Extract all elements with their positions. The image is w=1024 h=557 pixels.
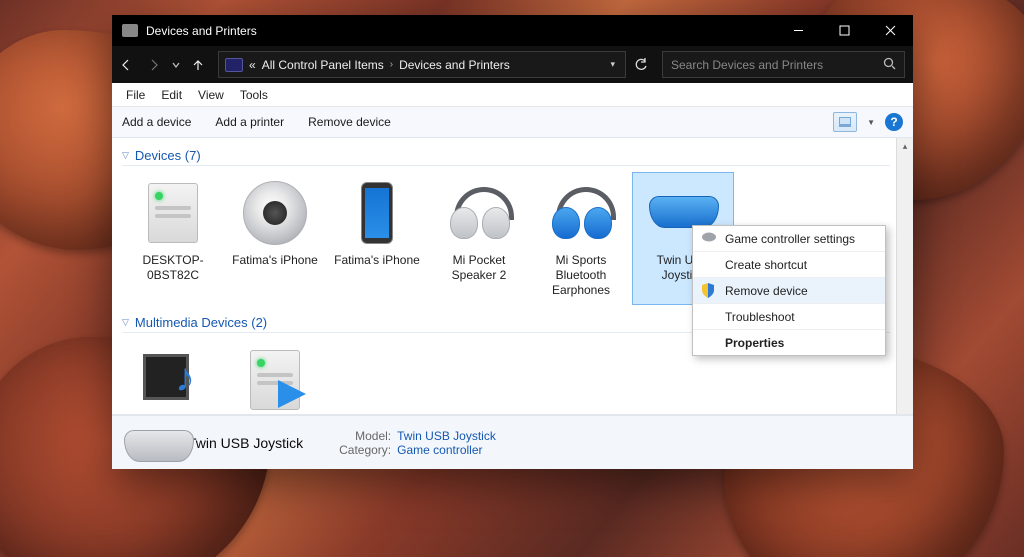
device-label: Mi Pocket Speaker 2: [431, 253, 527, 283]
history-dropdown[interactable]: [168, 46, 184, 83]
menu-tools[interactable]: Tools: [232, 85, 276, 105]
phone-icon: [341, 177, 413, 249]
menu-bar: File Edit View Tools: [112, 83, 913, 107]
search-placeholder: Search Devices and Printers: [671, 58, 823, 72]
device-item[interactable]: ♪: [122, 339, 224, 414]
menu-view[interactable]: View: [190, 85, 232, 105]
details-model-value: Twin USB Joystick: [397, 429, 496, 443]
up-button[interactable]: [184, 46, 212, 83]
details-pane: Twin USB Joystick Model: Twin USB Joysti…: [112, 415, 913, 469]
command-bar: Add a device Add a printer Remove device…: [112, 107, 913, 138]
ctx-properties[interactable]: Properties: [693, 330, 885, 355]
ctx-label: Remove device: [725, 284, 808, 298]
forward-button[interactable]: [140, 46, 168, 83]
device-item[interactable]: Mi Pocket Speaker 2: [428, 172, 530, 305]
context-menu: Game controller settings Create shortcut…: [692, 225, 886, 356]
breadcrumb-separator: ›: [390, 59, 393, 70]
media-device-icon: ♪: [137, 344, 209, 414]
headset-icon: [443, 177, 515, 249]
chevron-down-icon: ▽: [122, 317, 129, 328]
ctx-game-controller-settings[interactable]: Game controller settings: [693, 226, 885, 252]
breadcrumb-item[interactable]: All Control Panel Items: [262, 58, 384, 72]
window-icon: [122, 24, 138, 37]
media-server-icon: [239, 344, 311, 414]
ctx-label: Properties: [725, 336, 784, 350]
chevron-down-icon: ▽: [122, 150, 129, 161]
search-icon[interactable]: [883, 57, 896, 73]
menu-edit[interactable]: Edit: [153, 85, 190, 105]
breadcrumb-item[interactable]: Devices and Printers: [399, 58, 510, 72]
device-label: Mi Sports Bluetooth Earphones: [533, 253, 629, 298]
scroll-up-icon[interactable]: ▴: [897, 138, 913, 154]
help-button[interactable]: ?: [885, 113, 903, 131]
device-item[interactable]: DESKTOP-0BST82C: [122, 172, 224, 305]
control-panel-icon: [225, 58, 243, 72]
ctx-label: Create shortcut: [725, 258, 807, 272]
gamepad-icon: [124, 426, 176, 460]
view-dropdown-icon[interactable]: ▼: [867, 118, 875, 127]
maximize-button[interactable]: [821, 15, 867, 46]
cmd-remove-device[interactable]: Remove device: [308, 115, 391, 129]
device-label: Fatima's iPhone: [232, 253, 318, 268]
group-header-devices[interactable]: ▽ Devices (7): [122, 148, 890, 166]
details-category-label: Category:: [331, 443, 391, 457]
gamepad-icon: [701, 231, 717, 247]
ctx-create-shortcut[interactable]: Create shortcut: [693, 252, 885, 278]
window-title: Devices and Printers: [146, 24, 775, 38]
group-header-label: Multimedia Devices (2): [135, 315, 267, 330]
ctx-troubleshoot[interactable]: Troubleshoot: [693, 304, 885, 330]
view-icon: [839, 117, 851, 127]
speaker-icon: [239, 177, 311, 249]
vertical-scrollbar[interactable]: ▴: [896, 138, 913, 414]
device-item[interactable]: Fatima's iPhone: [224, 172, 326, 305]
ctx-label: Game controller settings: [725, 232, 855, 246]
address-bar[interactable]: « All Control Panel Items › Devices and …: [218, 51, 626, 78]
device-label: Fatima's iPhone: [334, 253, 420, 268]
headset-icon: [545, 177, 617, 249]
minimize-button[interactable]: [775, 15, 821, 46]
desktop-wallpaper: Devices and Printers « All Control Panel…: [0, 0, 1024, 557]
pc-tower-icon: [137, 177, 209, 249]
back-button[interactable]: [112, 46, 140, 83]
view-options-button[interactable]: [833, 112, 857, 132]
details-model-label: Model:: [331, 429, 391, 443]
ctx-label: Troubleshoot: [725, 310, 795, 324]
menu-file[interactable]: File: [118, 85, 153, 105]
search-input[interactable]: Search Devices and Printers: [662, 51, 905, 78]
device-label: DESKTOP-0BST82C: [125, 253, 221, 283]
titlebar[interactable]: Devices and Printers: [112, 15, 913, 46]
shield-icon: [701, 283, 717, 299]
group-header-label: Devices (7): [135, 148, 201, 163]
breadcrumb-prefix: «: [249, 58, 256, 72]
cmd-add-device[interactable]: Add a device: [122, 115, 191, 129]
refresh-button[interactable]: [626, 58, 656, 72]
ctx-remove-device[interactable]: Remove device: [693, 278, 885, 304]
address-dropdown-icon[interactable]: ▾: [610, 59, 615, 70]
cmd-add-printer[interactable]: Add a printer: [215, 115, 284, 129]
device-item[interactable]: [224, 339, 326, 414]
details-name: Twin USB Joystick: [188, 435, 303, 451]
device-item[interactable]: Mi Sports Bluetooth Earphones: [530, 172, 632, 305]
details-category-value: Game controller: [397, 443, 482, 457]
close-button[interactable]: [867, 15, 913, 46]
navigation-bar: « All Control Panel Items › Devices and …: [112, 46, 913, 83]
device-item[interactable]: Fatima's iPhone: [326, 172, 428, 305]
play-overlay-icon: [278, 380, 306, 408]
